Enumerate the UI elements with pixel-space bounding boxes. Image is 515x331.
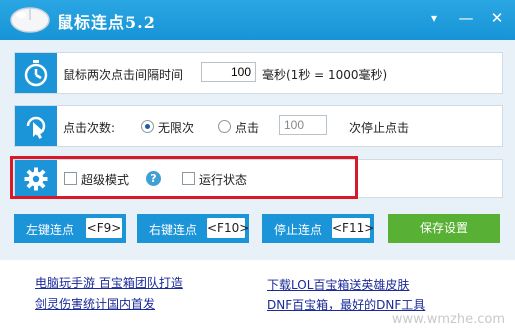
count-option-label: 点击 [235, 121, 260, 135]
stop-click-label: 停止连点 [274, 223, 323, 237]
click-count-panel: 点击次数: 无限次 点击 次停止点击 [14, 105, 503, 147]
link-mobile-games[interactable]: 电脑玩手游 百宝箱团队打造 [35, 274, 183, 291]
interval-unit: 毫秒(1秒 = 1000毫秒) [262, 68, 388, 82]
link-dnf-box[interactable]: DNF百宝箱，最好的DNF工具 [267, 296, 425, 313]
right-click-button[interactable]: 右键连点 <F10> [137, 214, 249, 243]
close-button[interactable]: ✕ [487, 8, 507, 28]
left-click-button[interactable]: 左键连点 <F9> [14, 214, 126, 243]
interval-panel: 鼠标两次点击间隔时间 毫秒(1秒 = 1000毫秒) [14, 52, 503, 94]
unlimited-label: 无限次 [158, 121, 195, 135]
link-blade-soul[interactable]: 剑灵伤害统计国内首发 [35, 295, 155, 312]
minimize-button[interactable]: — [456, 8, 476, 28]
stopwatch-icon [15, 53, 57, 93]
count-radio[interactable] [218, 120, 231, 133]
stop-click-button[interactable]: 停止连点 <F11> [262, 214, 374, 243]
highlight-box [10, 156, 358, 199]
link-lol-box[interactable]: 下载LOL百宝箱送英雄皮肤 [267, 276, 409, 293]
unlimited-radio[interactable] [141, 120, 154, 133]
left-click-label: 左键连点 [26, 223, 75, 237]
links-area: 电脑玩手游 百宝箱团队打造 剑灵伤害统计国内首发 下载LOL百宝箱送英雄皮肤 D… [0, 260, 515, 331]
right-click-label: 右键连点 [149, 223, 198, 237]
right-click-hotkey: <F10> [207, 218, 249, 238]
stop-click-hotkey: <F11> [332, 218, 374, 238]
menu-dropdown-icon[interactable]: ▾ [424, 8, 444, 28]
cursor-click-icon [15, 106, 57, 146]
click-count-label: 点击次数: [63, 121, 116, 135]
left-click-hotkey: <F9> [86, 218, 122, 238]
mouse-logo-icon [10, 7, 50, 33]
interval-input[interactable] [201, 62, 256, 82]
save-settings-button[interactable]: 保存设置 [388, 214, 500, 243]
click-count-suffix: 次停止点击 [349, 121, 410, 135]
watermark: www.wmzhe.com [391, 312, 505, 327]
click-count-input[interactable] [279, 115, 327, 135]
title-bar: 鼠标连点5.2 ▾ — ✕ [0, 0, 515, 40]
interval-label: 鼠标两次点击间隔时间 [63, 68, 184, 82]
app-title: 鼠标连点5.2 [57, 13, 156, 32]
